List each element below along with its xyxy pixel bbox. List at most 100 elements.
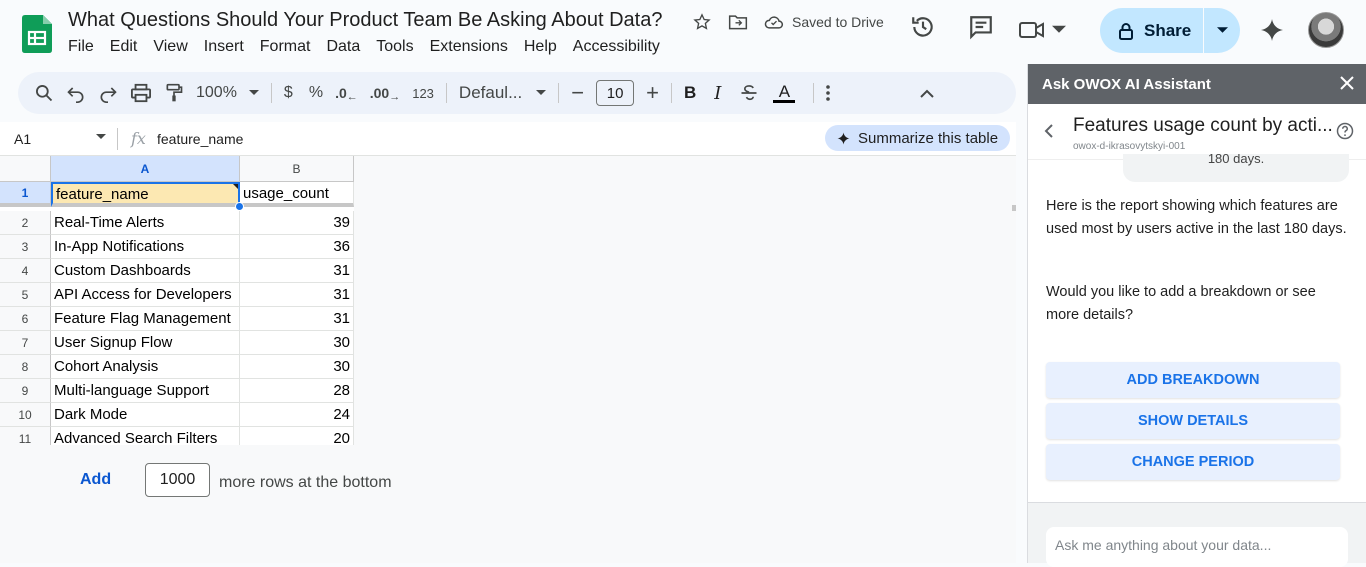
usage-count-cell[interactable]: 30: [240, 355, 354, 379]
decrease-font-size-icon[interactable]: −: [571, 79, 584, 107]
zoom-select[interactable]: 100%: [196, 79, 259, 107]
menu-accessibility[interactable]: Accessibility: [573, 38, 660, 56]
menu-help[interactable]: Help: [524, 38, 557, 56]
meet-video-icon[interactable]: [1018, 19, 1066, 41]
feature-name-cell[interactable]: Real-Time Alerts: [51, 211, 240, 235]
back-arrow-icon[interactable]: [1044, 124, 1054, 138]
column-header-a[interactable]: A: [51, 156, 240, 182]
row-header[interactable]: 6: [0, 307, 51, 331]
menu-tools[interactable]: Tools: [376, 38, 413, 56]
name-box[interactable]: A1: [14, 131, 31, 147]
sheets-logo-icon[interactable]: [22, 15, 52, 53]
usage-count-cell[interactable]: 31: [240, 259, 354, 283]
top-bar: What Questions Should Your Product Team …: [0, 0, 1366, 64]
paint-format-icon[interactable]: [164, 79, 184, 107]
add-breakdown-button[interactable]: ADD BREAKDOWN: [1046, 362, 1340, 398]
row-header[interactable]: 5: [0, 283, 51, 307]
meet-caret-icon[interactable]: [1052, 25, 1066, 35]
table-header-cell[interactable]: usage_count: [240, 182, 354, 207]
font-select[interactable]: Defaul...: [459, 79, 547, 107]
text-color-button[interactable]: A: [773, 79, 796, 107]
collapse-toolbar-icon[interactable]: [920, 79, 935, 107]
change-period-button[interactable]: CHANGE PERIOD: [1046, 444, 1340, 480]
star-icon[interactable]: [692, 12, 712, 32]
menu-extensions[interactable]: Extensions: [430, 38, 508, 56]
column-header-b[interactable]: B: [240, 156, 354, 182]
menu-file[interactable]: File: [68, 38, 94, 56]
increase-font-size-icon[interactable]: +: [646, 79, 659, 107]
feature-name-cell[interactable]: In-App Notifications: [51, 235, 240, 259]
help-icon[interactable]: [1336, 122, 1354, 140]
more-formats-button[interactable]: 123: [412, 79, 434, 107]
feature-name-cell[interactable]: Dark Mode: [51, 403, 240, 427]
usage-count-cell[interactable]: 31: [240, 283, 354, 307]
cell-a1-selected[interactable]: feature_name: [51, 182, 240, 207]
sheet-grid: A B 1 feature_name usage_count 2 Real-Tim…: [0, 156, 1016, 563]
usage-count-cell[interactable]: 28: [240, 379, 354, 403]
feature-name-cell[interactable]: Multi-language Support: [51, 379, 240, 403]
row-header[interactable]: 7: [0, 331, 51, 355]
menu-view[interactable]: View: [153, 38, 187, 56]
rows-count-input[interactable]: 1000: [145, 463, 210, 497]
bold-button[interactable]: B: [684, 79, 696, 107]
share-button[interactable]: Share: [1100, 8, 1204, 53]
decrease-decimal-button[interactable]: .0 ←: [335, 79, 358, 107]
assistant-message: Here is the report showing which feature…: [1046, 198, 1347, 237]
format-currency-button[interactable]: $: [284, 79, 293, 107]
row-header[interactable]: 3: [0, 235, 51, 259]
feature-name-cell[interactable]: Feature Flag Management: [51, 307, 240, 331]
row-header[interactable]: 8: [0, 355, 51, 379]
toolbar-divider: [670, 83, 672, 103]
row-header[interactable]: 9: [0, 379, 51, 403]
summarize-table-button[interactable]: Summarize this table: [825, 125, 1011, 151]
format-percent-button[interactable]: %: [309, 79, 323, 107]
row-header[interactable]: 4: [0, 259, 51, 283]
share-dropdown-button[interactable]: [1204, 27, 1240, 34]
font-size-input[interactable]: 10: [596, 80, 635, 106]
show-details-button[interactable]: SHOW DETAILS: [1046, 403, 1340, 439]
move-folder-icon[interactable]: [728, 12, 748, 32]
vertical-scroll-marker[interactable]: [1012, 205, 1016, 211]
strikethrough-button[interactable]: [739, 79, 759, 107]
document-title[interactable]: What Questions Should Your Product Team …: [68, 9, 662, 32]
menu-edit[interactable]: Edit: [110, 38, 138, 56]
text-color-swatch: [773, 100, 796, 103]
search-menus-icon[interactable]: [34, 79, 54, 107]
usage-count-cell[interactable]: 39: [240, 211, 354, 235]
row-header[interactable]: 1: [0, 182, 51, 207]
usage-count-cell[interactable]: 24: [240, 403, 354, 427]
toolbar-divider: [813, 83, 815, 103]
italic-button[interactable]: I: [714, 79, 721, 107]
feature-name-cell[interactable]: User Signup Flow: [51, 331, 240, 355]
formula-input[interactable]: feature_name: [157, 131, 243, 147]
print-icon[interactable]: [130, 79, 152, 107]
usage-count-cell[interactable]: 30: [240, 331, 354, 355]
menu-format[interactable]: Format: [260, 38, 311, 56]
row-header[interactable]: 10: [0, 403, 51, 427]
more-options-icon[interactable]: [826, 79, 831, 107]
feature-name-cell[interactable]: Cohort Analysis: [51, 355, 240, 379]
redo-icon[interactable]: [98, 79, 118, 107]
feature-name-cell[interactable]: API Access for Developers: [51, 283, 240, 307]
version-history-icon[interactable]: [910, 14, 936, 45]
undo-icon[interactable]: [66, 79, 86, 107]
gemini-sparkle-icon[interactable]: [1260, 18, 1284, 42]
close-icon[interactable]: [1340, 76, 1354, 90]
add-rows-button[interactable]: Add: [80, 471, 111, 489]
account-avatar[interactable]: [1308, 12, 1344, 48]
chat-input[interactable]: Ask me anything about your data...: [1046, 527, 1348, 567]
feature-name-cell[interactable]: Custom Dashboards: [51, 259, 240, 283]
selection-handle[interactable]: [235, 202, 244, 211]
corner-select-all[interactable]: [0, 156, 51, 182]
row-header[interactable]: 2: [0, 211, 51, 235]
usage-count-cell[interactable]: 31: [240, 307, 354, 331]
text-color-label: A: [778, 82, 791, 101]
cloud-saved-icon[interactable]: [764, 12, 784, 32]
usage-count-cell[interactable]: 36: [240, 235, 354, 259]
chevron-down-icon[interactable]: [96, 134, 106, 140]
comments-icon[interactable]: [968, 14, 994, 45]
menu-data[interactable]: Data: [326, 38, 360, 56]
menu-insert[interactable]: Insert: [204, 38, 244, 56]
share-label: Share: [1144, 20, 1192, 40]
increase-decimal-button[interactable]: .00 →: [370, 79, 400, 107]
